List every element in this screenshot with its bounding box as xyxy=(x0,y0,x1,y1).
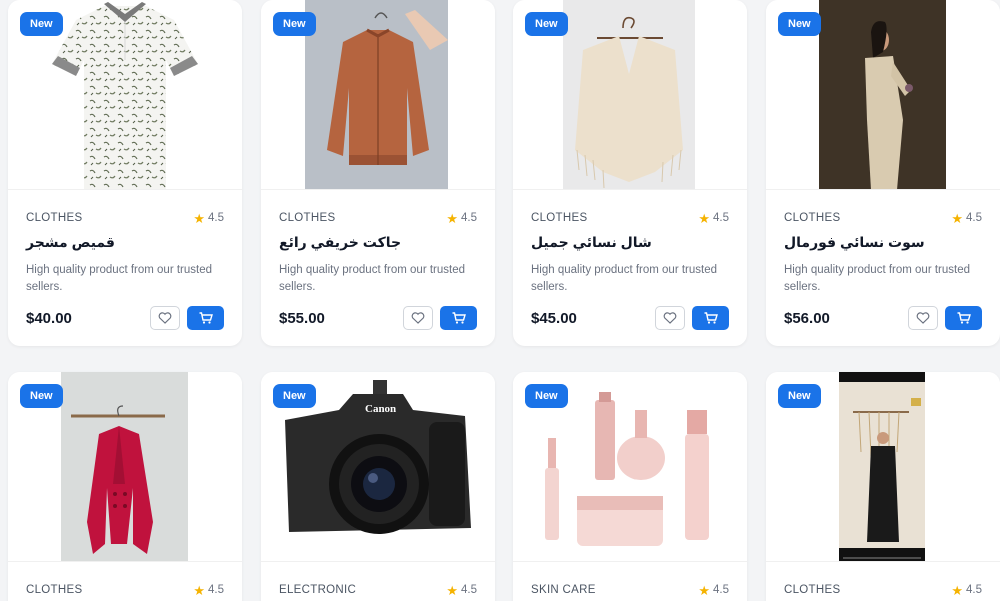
product-image[interactable] xyxy=(839,372,925,561)
star-icon: ★ xyxy=(193,582,205,598)
new-badge: New xyxy=(20,12,63,36)
heart-icon xyxy=(158,312,172,324)
product-card[interactable]: New SKIN CARE ★ 4.5 xyxy=(513,372,747,601)
new-badge: New xyxy=(273,384,316,408)
product-rating: ★ 4.5 xyxy=(951,584,982,597)
heart-icon xyxy=(916,312,930,324)
star-icon: ★ xyxy=(698,582,710,598)
heart-icon xyxy=(411,312,425,324)
product-description: High quality product from our trusted se… xyxy=(784,264,971,293)
new-badge: New xyxy=(778,12,821,36)
product-image[interactable] xyxy=(819,0,946,189)
product-category: SKIN CARE xyxy=(531,584,596,596)
product-category: ELECTRONIC xyxy=(279,584,357,596)
product-category: CLOTHES xyxy=(279,212,336,224)
rating-value: 4.5 xyxy=(713,584,729,596)
product-image[interactable] xyxy=(305,0,448,189)
add-to-cart-button[interactable] xyxy=(440,306,477,330)
product-price: $45.00 xyxy=(531,309,577,327)
product-price: $40.00 xyxy=(26,309,72,327)
new-badge: New xyxy=(525,384,568,408)
product-image-area[interactable]: New xyxy=(261,0,495,190)
product-image[interactable] xyxy=(46,0,204,189)
product-image-area[interactable]: New xyxy=(513,372,747,562)
rating-value: 4.5 xyxy=(713,212,729,224)
product-price: $55.00 xyxy=(279,309,325,327)
product-card[interactable]: New CLOTHES ★ 4.5 xyxy=(8,372,242,601)
product-image-area[interactable]: New xyxy=(766,372,1000,562)
product-category: CLOTHES xyxy=(531,212,588,224)
rating-value: 4.5 xyxy=(461,584,477,596)
product-grid: New CLOTHES ★ 4.5 قميص مشجر High quality… xyxy=(0,0,1000,601)
add-to-cart-button[interactable] xyxy=(187,306,224,330)
product-card[interactable]: New CLOTHES ★ 4.5 قميص مشجر High quality… xyxy=(8,0,242,346)
product-category: CLOTHES xyxy=(784,212,841,224)
rating-value: 4.5 xyxy=(461,212,477,224)
product-image-area[interactable]: New xyxy=(513,0,747,190)
star-icon: ★ xyxy=(193,210,205,226)
product-rating: ★ 4.5 xyxy=(446,584,477,597)
product-title[interactable]: شال نسائي جميل xyxy=(531,234,729,254)
product-image[interactable] xyxy=(61,372,188,561)
product-card[interactable]: New CLOTHES ★ 4.5 جاكت خريفي رائع High q… xyxy=(261,0,495,346)
add-to-cart-button[interactable] xyxy=(692,306,729,330)
product-category: CLOTHES xyxy=(784,584,841,596)
product-card[interactable]: New CLOTHES ★ 4.5 شال نسائي جميل High qu… xyxy=(513,0,747,346)
product-card[interactable]: New CLOTHES ★ 4.5 سوت نسائي فورمال High … xyxy=(766,0,1000,346)
product-image-area[interactable]: Canon New xyxy=(261,372,495,562)
cart-icon xyxy=(452,312,466,324)
wishlist-button[interactable] xyxy=(655,306,685,330)
product-description: High quality product from our trusted se… xyxy=(279,264,466,293)
brand-label: Canon xyxy=(365,403,396,415)
product-rating: ★ 4.5 xyxy=(446,212,477,225)
star-icon: ★ xyxy=(951,582,963,598)
product-rating: ★ 4.5 xyxy=(951,212,982,225)
cart-icon xyxy=(199,312,213,324)
rating-value: 4.5 xyxy=(208,212,224,224)
cart-icon xyxy=(957,312,971,324)
product-description: High quality product from our trusted se… xyxy=(26,264,213,293)
product-card[interactable]: New CLOTHES ★ 4.5 xyxy=(766,372,1000,601)
product-rating: ★ 4.5 xyxy=(193,584,224,597)
new-badge: New xyxy=(20,384,63,408)
new-badge: New xyxy=(778,384,821,408)
product-category: CLOTHES xyxy=(26,584,83,596)
product-title[interactable]: قميص مشجر xyxy=(26,234,224,254)
product-title[interactable]: سوت نسائي فورمال xyxy=(784,234,982,254)
wishlist-button[interactable] xyxy=(150,306,180,330)
star-icon: ★ xyxy=(446,210,458,226)
product-rating: ★ 4.5 xyxy=(698,584,729,597)
new-badge: New xyxy=(525,12,568,36)
product-rating: ★ 4.5 xyxy=(698,212,729,225)
star-icon: ★ xyxy=(698,210,710,226)
product-image-area[interactable]: New xyxy=(766,0,1000,190)
rating-value: 4.5 xyxy=(208,584,224,596)
product-rating: ★ 4.5 xyxy=(193,212,224,225)
rating-value: 4.5 xyxy=(966,212,982,224)
product-image-area[interactable]: New xyxy=(8,0,242,190)
star-icon: ★ xyxy=(446,582,458,598)
product-price: $56.00 xyxy=(784,309,830,327)
rating-value: 4.5 xyxy=(966,584,982,596)
add-to-cart-button[interactable] xyxy=(945,306,982,330)
product-description: High quality product from our trusted se… xyxy=(531,264,718,293)
wishlist-button[interactable] xyxy=(403,306,433,330)
product-title[interactable]: جاكت خريفي رائع xyxy=(279,234,477,254)
product-image[interactable] xyxy=(563,0,695,189)
heart-icon xyxy=(663,312,677,324)
product-category: CLOTHES xyxy=(26,212,83,224)
product-image-area[interactable]: New xyxy=(8,372,242,562)
star-icon: ★ xyxy=(951,210,963,226)
new-badge: New xyxy=(273,12,316,36)
product-card[interactable]: Canon New ELECTRONIC ★ 4.5 xyxy=(261,372,495,601)
wishlist-button[interactable] xyxy=(908,306,938,330)
cart-icon xyxy=(704,312,718,324)
